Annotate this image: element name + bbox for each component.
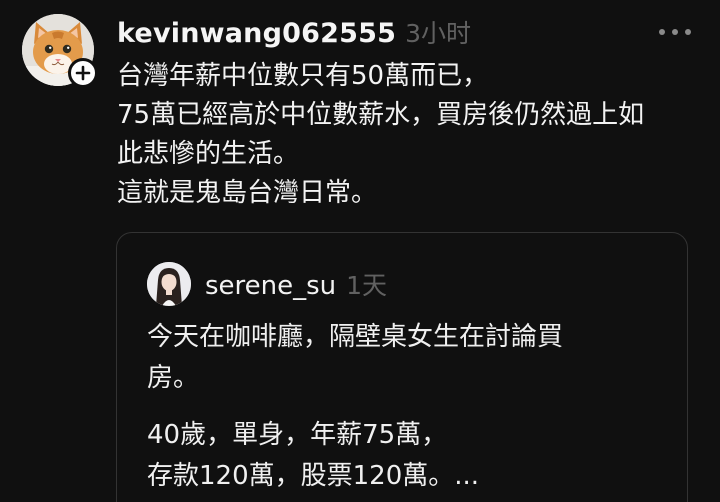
- post-text-line: 台灣年薪中位數只有50萬而已，: [117, 61, 489, 91]
- more-options-button[interactable]: [652, 18, 698, 46]
- woman-avatar-icon: [147, 262, 191, 306]
- post-timestamp: 3小时: [405, 19, 471, 48]
- post-text-line: 此悲慘的生活。: [117, 139, 300, 169]
- follow-button[interactable]: [68, 58, 98, 88]
- post-header: kevinwang062555 3小时: [117, 14, 471, 50]
- quoted-text-line: 今天在咖啡廳，隔壁桌女生在討論買: [147, 322, 564, 352]
- quoted-post-text: 今天在咖啡廳，隔壁桌女生在討論買 房。 40歲，單身，年薪75萬， 存款120萬…: [147, 317, 667, 497]
- quoted-author-username[interactable]: serene_su: [205, 271, 336, 301]
- plus-icon: [75, 65, 91, 81]
- author-username[interactable]: kevinwang062555: [117, 18, 396, 49]
- thread-post: kevinwang062555 3小时 台灣年薪中位數只有50萬而已， 75萬已…: [0, 0, 720, 502]
- post-text: 台灣年薪中位數只有50萬而已， 75萬已經高於中位數薪水，買房後仍然過上如 此悲…: [117, 57, 717, 213]
- quoted-text-line: 房。: [147, 363, 200, 393]
- quoted-post-timestamp: 1天: [346, 271, 388, 300]
- quoted-text-line: 40歲，單身，年薪75萬，: [147, 420, 448, 450]
- post-text-line: 這就是鬼島台灣日常。: [117, 178, 378, 208]
- post-text-line: 75萬已經高於中位數薪水，買房後仍然過上如: [117, 100, 645, 130]
- quoted-post-card[interactable]: serene_su 1天 今天在咖啡廳，隔壁桌女生在討論買 房。 40歲，單身，…: [116, 232, 688, 502]
- more-dots-icon: [659, 29, 691, 35]
- quoted-author-avatar[interactable]: [147, 262, 191, 306]
- quoted-text-line: 存款120萬，股票120萬。...: [147, 461, 480, 491]
- quoted-post-header: serene_su 1天: [205, 266, 387, 302]
